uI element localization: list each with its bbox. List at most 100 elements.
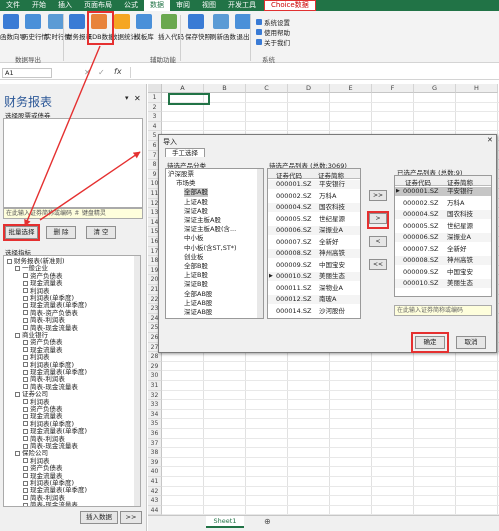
move-buttons: >> > < << — [369, 190, 387, 280]
dialog-close-icon[interactable]: ✕ — [487, 136, 493, 144]
category-item[interactable]: 创业板 — [184, 253, 204, 262]
import-dialog: 导入 ✕ 手工选择 待选产品分类 沪深股票 市场类 全部A股 上证A股 深证A股 深证主板… — [158, 134, 497, 353]
selected-name: 国农科技 — [447, 210, 473, 218]
move-button-0[interactable]: >> — [369, 190, 387, 201]
candidate-col-header: 证券简称 — [318, 172, 344, 180]
selected-name: 全新好 — [447, 244, 467, 253]
dialog-search-input[interactable]: 在此输入证券简称或编码 — [394, 305, 492, 316]
candidate-name: 全新好 — [319, 237, 339, 246]
category-scrollbar[interactable] — [257, 169, 263, 318]
candidate-code: 000007.SZ — [276, 237, 312, 246]
selected-row[interactable]: 000006.SZ 深振业A — [395, 233, 491, 242]
candidate-row[interactable]: 000001.SZ 平安银行 — [268, 180, 360, 189]
selected-name: 深振业A — [447, 233, 471, 241]
arrow-to-panel — [24, 45, 101, 227]
selected-name: 美丽生态 — [447, 279, 473, 287]
selected-row[interactable]: 000009.SZ 中国宝安 — [395, 268, 491, 277]
candidate-code: 000012.SZ — [276, 295, 312, 303]
candidate-name: 世纪星源 — [319, 214, 345, 223]
selected-code: 000007.SZ — [403, 244, 439, 253]
candidate-list[interactable]: 证券代码 证券简称 000001.SZ 平安银行 000002.SZ 万科A 000004.… — [267, 168, 361, 319]
candidate-row[interactable]: 000006.SZ 深振业A — [268, 226, 360, 235]
selected-col-header: 证券代码 — [405, 179, 431, 187]
selected-code: 000006.SZ — [403, 233, 439, 241]
candidate-code: 000014.SZ — [276, 306, 312, 315]
candidate-row[interactable]: 000012.SZ 南玻A — [268, 295, 360, 304]
move-button-3[interactable]: << — [369, 259, 387, 270]
row-pointer-icon: ▶ — [396, 188, 400, 194]
category-item[interactable]: 市场类 — [176, 179, 196, 188]
category-item[interactable]: 中小板(含ST,ST*) — [184, 244, 237, 253]
candidate-col-headers: 证券代码 证券简称 — [268, 169, 360, 180]
category-item[interactable]: 深证A股 — [184, 207, 208, 216]
candidate-code: 000004.SZ — [276, 203, 312, 211]
candidate-row[interactable]: ▶ 000010.SZ 美丽生态 — [268, 272, 360, 281]
category-item[interactable]: 深证主板A股 — [184, 216, 221, 225]
category-item[interactable]: 上证A股 — [184, 198, 208, 207]
selected-row[interactable]: ▶ 000001.SZ 平安银行 — [395, 187, 491, 196]
candidate-name: 万科A — [319, 191, 337, 200]
candidate-name: 中国宝安 — [319, 260, 345, 269]
candidate-name: 国农科技 — [319, 203, 345, 211]
selected-name: 神州高铁 — [447, 256, 473, 264]
selected-code: 000010.SZ — [403, 279, 439, 287]
category-item[interactable]: 全部AB股 — [184, 290, 212, 299]
category-item[interactable]: 深证B股 — [184, 280, 208, 289]
selected-code: 000001.SZ — [403, 187, 439, 195]
selected-code: 000005.SZ — [403, 221, 439, 230]
category-item[interactable]: 上证AB股 — [184, 299, 212, 308]
dialog-title: 导入 — [163, 138, 177, 146]
candidate-row[interactable]: 000004.SZ 国农科技 — [268, 203, 360, 212]
cancel-button[interactable]: 取消 — [456, 336, 486, 349]
selected-row[interactable]: 000010.SZ 美丽生态 — [395, 279, 491, 288]
move-button-2[interactable]: < — [369, 236, 387, 247]
selected-row[interactable]: 000004.SZ 国农科技 — [395, 210, 491, 219]
category-item[interactable]: 沪深股票 — [168, 170, 194, 179]
candidate-row[interactable]: 000008.SZ 神州高铁 — [268, 249, 360, 258]
category-item[interactable]: 深证AB股 — [184, 308, 212, 317]
selected-row[interactable]: 000008.SZ 神州高铁 — [395, 256, 491, 265]
selected-row[interactable]: 000005.SZ 世纪星源 — [395, 222, 491, 231]
tab-manual-select[interactable]: 手工选择 — [165, 148, 205, 157]
candidate-name: 深物业A — [319, 283, 343, 292]
category-item[interactable]: 中小板 — [184, 234, 204, 243]
highlight-ok-button — [411, 332, 449, 353]
category-item[interactable]: 上证B股 — [184, 271, 208, 280]
selected-code: 000009.SZ — [403, 267, 439, 276]
candidate-name: 南玻A — [319, 295, 337, 303]
candidate-code: 000002.SZ — [276, 191, 312, 200]
candidate-code: 000008.SZ — [276, 249, 312, 257]
candidate-col-header: 证券代码 — [276, 172, 302, 180]
candidate-code: 000011.SZ — [276, 283, 312, 292]
category-tree[interactable]: 沪深股票 市场类 全部A股 上证A股 深证A股 深证主板A股 深证主板A股(含... 中小板中… — [165, 168, 264, 319]
candidate-code: 000001.SZ — [276, 180, 312, 188]
selected-name: 世纪星源 — [447, 221, 473, 230]
category-item[interactable]: 深证主板A股(含... — [184, 225, 236, 234]
candidate-row[interactable]: 000005.SZ 世纪星源 — [268, 215, 360, 224]
candidate-row[interactable]: 000007.SZ 全新好 — [268, 238, 360, 247]
candidate-row[interactable]: 000014.SZ 沙河股份 — [268, 307, 360, 316]
arrow-to-dialog — [39, 151, 141, 221]
selected-code: 000002.SZ — [403, 198, 439, 207]
selected-row[interactable]: 000007.SZ 全新好 — [395, 245, 491, 254]
category-item[interactable]: 全部B股 — [184, 262, 208, 271]
selected-row[interactable]: 000002.SZ 万科A — [395, 199, 491, 208]
candidate-code: 000010.SZ — [276, 272, 312, 280]
selected-name: 万科A — [447, 198, 465, 207]
selected-list[interactable]: 证券代码 证券简称 ▶ 000001.SZ 平安银行 000002.SZ 万科A 000004… — [394, 175, 492, 297]
selected-col-headers: 证券代码 证券简称 — [395, 176, 491, 187]
row-pointer-icon: ▶ — [269, 273, 273, 279]
candidate-name: 沙河股份 — [319, 306, 345, 315]
candidate-row[interactable]: 000009.SZ 中国宝安 — [268, 261, 360, 270]
selected-col-header: 证券简称 — [447, 179, 473, 187]
candidate-code: 000009.SZ — [276, 260, 312, 269]
candidate-name: 神州高铁 — [319, 249, 345, 257]
highlight-add-button — [367, 211, 389, 229]
candidate-name: 平安银行 — [319, 180, 345, 188]
candidate-name: 深振业A — [319, 226, 343, 234]
category-item[interactable]: 全部A股 — [184, 188, 208, 198]
candidate-row[interactable]: 000002.SZ 万科A — [268, 192, 360, 201]
selected-name: 中国宝安 — [447, 267, 473, 276]
candidate-row[interactable]: 000011.SZ 深物业A — [268, 284, 360, 293]
candidate-name: 美丽生态 — [319, 272, 345, 280]
